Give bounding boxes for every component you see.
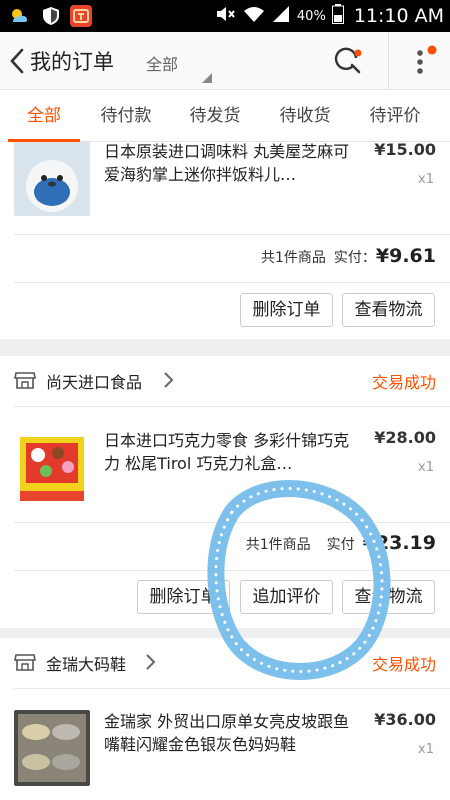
tab-pending-payment[interactable]: 待付款: [86, 90, 166, 142]
tab-pending-receipt[interactable]: 待收货: [265, 90, 345, 142]
delete-order-button[interactable]: 删除订单: [137, 580, 230, 614]
order-summary: 共1件商品 实付： ¥9.61: [261, 245, 436, 267]
order-card: 日本原装进口调味料 丸美屋芝麻可爱海豹掌上迷你拌饭料儿… ¥15.00 x1 共…: [0, 142, 450, 339]
search-icon[interactable]: [334, 46, 364, 76]
product-title[interactable]: 日本进口巧克力零食 多彩什锦巧克力 松尾Tirol 巧克力礼盒…: [104, 429, 352, 475]
product-price: ¥28.00: [374, 428, 436, 447]
order-card: 金瑞大码鞋 交易成功 金瑞家 外贸出口原单女亮皮坡跟鱼嘴鞋闪耀金色银灰色妈妈鞋 …: [0, 638, 450, 800]
chevron-right-icon: [162, 370, 176, 390]
product-quantity: x1: [418, 742, 434, 757]
order-filter-dropdown[interactable]: 全部: [146, 51, 178, 75]
row-divider: [14, 688, 450, 689]
order-tabs: 全部 待付款 待发货 待收货 待评价: [0, 90, 450, 142]
battery-percent: 40%: [296, 8, 326, 24]
tab-all[interactable]: 全部: [4, 90, 84, 142]
product-thumbnail[interactable]: [14, 142, 90, 216]
summary-total: ¥9.61: [375, 245, 436, 267]
product-title[interactable]: 日本原装进口调味料 丸美屋芝麻可爱海豹掌上迷你拌饭料儿…: [104, 142, 352, 186]
status-bar: 40% 11:10 AM: [0, 0, 450, 32]
row-divider: [14, 522, 450, 523]
order-summary: 共1件商品 实付 ¥23.19: [246, 532, 436, 554]
taobao-app-icon: [70, 5, 92, 27]
chevron-right-icon: [144, 652, 158, 672]
row-divider: [14, 282, 450, 283]
app-header: 我的订单 全部: [0, 32, 450, 90]
row-divider: [14, 234, 450, 235]
store-header[interactable]: 尚天进口食品 交易成功: [0, 356, 450, 406]
store-header[interactable]: 金瑞大码鞋 交易成功: [0, 638, 450, 688]
tab-pending-review[interactable]: 待评价: [355, 90, 435, 142]
order-card: 尚天进口食品 交易成功 日本进口巧克力零食 多彩什锦巧克力 松尾Tirol 巧克…: [0, 356, 450, 628]
store-icon: [14, 370, 36, 390]
wifi-icon: [243, 5, 265, 27]
signal-icon: [271, 5, 291, 27]
product-price: ¥15.00: [374, 142, 436, 159]
status-clock: 11:10 AM: [353, 5, 444, 27]
product-quantity: x1: [418, 172, 434, 187]
row-divider: [14, 406, 450, 407]
order-status: 交易成功: [371, 655, 436, 674]
view-logistics-button[interactable]: 查看物流: [342, 580, 435, 614]
summary-paid-label: 实付: [326, 537, 355, 553]
row-divider: [14, 570, 450, 571]
summary-count: 共1件商品: [260, 250, 326, 266]
product-price: ¥36.00: [374, 710, 436, 729]
more-icon[interactable]: [408, 44, 438, 78]
add-review-button[interactable]: 追加评价: [240, 580, 333, 614]
order-status: 交易成功: [371, 373, 436, 392]
order-list: 日本原装进口调味料 丸美屋芝麻可爱海豹掌上迷你拌饭料儿… ¥15.00 x1 共…: [0, 142, 450, 800]
back-arrow-icon[interactable]: [6, 46, 28, 76]
summary-total: ¥23.19: [362, 532, 436, 554]
summary-paid-label: 实付：: [333, 250, 376, 266]
tab-pending-shipment[interactable]: 待发货: [175, 90, 255, 142]
product-thumbnail[interactable]: [14, 429, 90, 505]
page-title: 我的订单: [30, 50, 114, 74]
header-divider: [388, 32, 389, 90]
store-name[interactable]: 尚天进口食品: [46, 369, 142, 393]
delete-order-button[interactable]: 删除订单: [240, 293, 333, 327]
summary-count: 共1件商品: [245, 537, 311, 553]
mute-icon: [215, 5, 237, 27]
product-title[interactable]: 金瑞家 外贸出口原单女亮皮坡跟鱼嘴鞋闪耀金色银灰色妈妈鞋: [104, 710, 352, 756]
store-icon: [14, 652, 36, 672]
weather-icon: [8, 5, 30, 27]
product-thumbnail[interactable]: [14, 710, 90, 786]
shield-icon: [40, 5, 62, 27]
product-quantity: x1: [418, 460, 434, 475]
dropdown-corner-icon: [202, 73, 212, 83]
store-name[interactable]: 金瑞大码鞋: [46, 651, 126, 675]
view-logistics-button[interactable]: 查看物流: [342, 293, 435, 327]
battery-icon: [331, 4, 344, 28]
